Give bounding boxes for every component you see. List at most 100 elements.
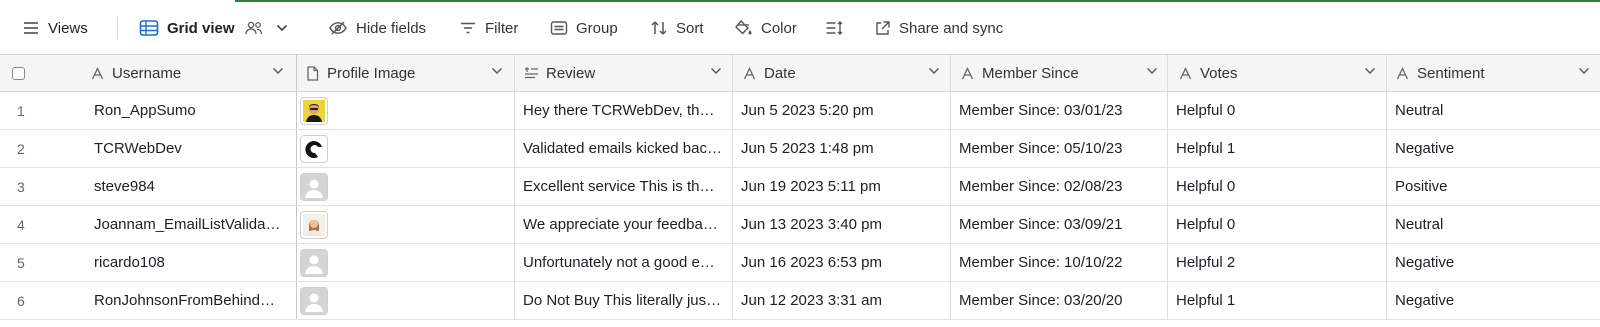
column-header-review[interactable]: Review bbox=[523, 55, 732, 91]
hide-fields-button[interactable]: Hide fields bbox=[328, 14, 426, 42]
cell-member-since[interactable]: Member Since: 02/08/23 bbox=[951, 168, 1167, 205]
grid-header-row: Username Profile Image Review Date Membe… bbox=[0, 54, 1600, 92]
grid-body: 1 Ron_AppSumo Hey there TCRWebDev, thanks … bbox=[0, 92, 1600, 320]
cell-sentiment[interactable]: Neutral bbox=[1387, 92, 1600, 129]
cell-date[interactable]: Jun 13 2023 3:40 pm bbox=[733, 206, 950, 243]
cell-username[interactable]: ricardo108 bbox=[86, 244, 291, 281]
chevron-down-icon[interactable] bbox=[276, 24, 288, 32]
column-header-votes[interactable]: Votes bbox=[1177, 55, 1386, 91]
row-number: 6 bbox=[17, 292, 25, 309]
cell-member-since[interactable]: Member Since: 05/10/23 bbox=[951, 130, 1167, 167]
table-row[interactable]: 4 Joannam_EmailListValidation We appreciat… bbox=[0, 206, 1600, 244]
cell-profile-image[interactable] bbox=[297, 244, 514, 281]
share-and-sync-button[interactable]: Share and sync bbox=[874, 14, 1003, 42]
table-row[interactable]: 6 RonJohnsonFromBehindTheScenes Do Not Buy… bbox=[0, 282, 1600, 320]
cell-username[interactable]: TCRWebDev bbox=[86, 130, 291, 167]
text-field-icon bbox=[1394, 65, 1410, 81]
cell-member-since[interactable]: Member Since: 03/01/23 bbox=[951, 92, 1167, 129]
cell-date[interactable]: Jun 16 2023 6:53 pm bbox=[733, 244, 950, 281]
chevron-down-icon[interactable] bbox=[491, 67, 503, 75]
grid-view-button[interactable]: Grid view bbox=[139, 14, 288, 42]
chevron-down-icon[interactable] bbox=[710, 67, 722, 75]
views-label: Views bbox=[48, 19, 88, 37]
cell-sentiment[interactable]: Negative bbox=[1387, 244, 1600, 281]
cell-profile-image[interactable] bbox=[297, 282, 514, 319]
cell-member-since-text: Member Since: 02/08/23 bbox=[959, 178, 1123, 195]
cell-votes[interactable]: Helpful 0 bbox=[1168, 168, 1386, 205]
color-button[interactable]: Color bbox=[733, 14, 797, 42]
cell-date-text: Jun 12 2023 3:31 am bbox=[741, 292, 882, 309]
grid-view-label: Grid view bbox=[167, 19, 235, 37]
cell-username-text: RonJohnsonFromBehindTheScenes bbox=[94, 292, 281, 309]
avatar-logo-black-thumbnail[interactable] bbox=[300, 134, 328, 163]
cell-username[interactable]: steve984 bbox=[86, 168, 291, 205]
frozen-column-divider bbox=[296, 55, 297, 91]
cell-date-text: Jun 5 2023 5:20 pm bbox=[741, 102, 874, 119]
avatar-placeholder-thumbnail[interactable] bbox=[300, 286, 328, 315]
cell-member-since[interactable]: Member Since: 03/09/21 bbox=[951, 206, 1167, 243]
select-all-checkbox[interactable] bbox=[12, 67, 25, 80]
cell-member-since[interactable]: Member Since: 10/10/22 bbox=[951, 244, 1167, 281]
cell-username-text: Joannam_EmailListValidation bbox=[94, 216, 281, 233]
column-label-date: Date bbox=[764, 64, 796, 82]
avatar-photo-woman-thumbnail[interactable] bbox=[300, 210, 328, 239]
row-number: 4 bbox=[17, 216, 25, 233]
cell-sentiment[interactable]: Neutral bbox=[1387, 206, 1600, 243]
cell-votes[interactable]: Helpful 1 bbox=[1168, 282, 1386, 319]
chevron-down-icon[interactable] bbox=[928, 67, 940, 75]
cell-date[interactable]: Jun 5 2023 1:48 pm bbox=[733, 130, 950, 167]
cell-username[interactable]: RonJohnsonFromBehindTheScenes bbox=[86, 282, 291, 319]
text-field-icon bbox=[959, 65, 975, 81]
cell-sentiment[interactable]: Negative bbox=[1387, 282, 1600, 319]
group-button[interactable]: Group bbox=[550, 14, 618, 42]
cell-profile-image[interactable] bbox=[297, 130, 514, 167]
cell-date-text: Jun 5 2023 1:48 pm bbox=[741, 140, 874, 157]
filter-button[interactable]: Filter bbox=[459, 14, 518, 42]
cell-review[interactable]: Validated emails kicked back as invalid bbox=[515, 130, 732, 167]
table-row[interactable]: 5 ricardo108 Unfortunately not a good expe… bbox=[0, 244, 1600, 282]
chevron-down-icon[interactable] bbox=[1364, 67, 1376, 75]
cell-username-text: steve984 bbox=[94, 178, 155, 195]
cell-date[interactable]: Jun 5 2023 5:20 pm bbox=[733, 92, 950, 129]
cell-profile-image[interactable] bbox=[297, 206, 514, 243]
cell-review[interactable]: Excellent service This is the best valid… bbox=[515, 168, 732, 205]
row-height-button[interactable] bbox=[825, 14, 843, 42]
cell-profile-image[interactable] bbox=[297, 168, 514, 205]
chevron-down-icon[interactable] bbox=[272, 67, 284, 75]
cell-profile-image[interactable] bbox=[297, 92, 514, 129]
toolbar-divider bbox=[117, 17, 118, 39]
cell-votes[interactable]: Helpful 0 bbox=[1168, 206, 1386, 243]
sort-button[interactable]: Sort bbox=[650, 14, 704, 42]
cell-sentiment-text: Neutral bbox=[1395, 102, 1444, 119]
avatar-placeholder-thumbnail[interactable] bbox=[300, 248, 328, 277]
cell-date[interactable]: Jun 19 2023 5:11 pm bbox=[733, 168, 950, 205]
column-header-member-since[interactable]: Member Since bbox=[959, 55, 1168, 91]
cell-username[interactable]: Ron_AppSumo bbox=[86, 92, 291, 129]
avatar-placeholder-thumbnail[interactable] bbox=[300, 172, 328, 201]
avatar-photo-man-thumbnail[interactable] bbox=[300, 96, 328, 125]
cell-username[interactable]: Joannam_EmailListValidation bbox=[86, 206, 291, 243]
cell-date[interactable]: Jun 12 2023 3:31 am bbox=[733, 282, 950, 319]
table-row[interactable]: 1 Ron_AppSumo Hey there TCRWebDev, thanks … bbox=[0, 92, 1600, 130]
cell-member-since[interactable]: Member Since: 03/20/20 bbox=[951, 282, 1167, 319]
column-header-profile-image[interactable]: Profile Image bbox=[304, 55, 513, 91]
cell-sentiment[interactable]: Positive bbox=[1387, 168, 1600, 205]
cell-review[interactable]: We appreciate your feedback and thank yo… bbox=[515, 206, 732, 243]
cell-review[interactable]: Unfortunately not a good experience bbox=[515, 244, 732, 281]
table-row[interactable]: 3 steve984 Excellent service This is the b… bbox=[0, 168, 1600, 206]
column-header-sentiment[interactable]: Sentiment bbox=[1394, 55, 1600, 91]
cell-review[interactable]: Hey there TCRWebDev, thanks for sharing … bbox=[515, 92, 732, 129]
cell-sentiment[interactable]: Negative bbox=[1387, 130, 1600, 167]
column-label-member-since: Member Since bbox=[982, 64, 1079, 82]
cell-votes[interactable]: Helpful 1 bbox=[1168, 130, 1386, 167]
column-header-date[interactable]: Date bbox=[741, 55, 950, 91]
column-header-username[interactable]: Username bbox=[89, 55, 294, 91]
chevron-down-icon[interactable] bbox=[1578, 67, 1590, 75]
cell-date-text: Jun 16 2023 6:53 pm bbox=[741, 254, 882, 271]
cell-review[interactable]: Do Not Buy This literally just does not … bbox=[515, 282, 732, 319]
cell-votes[interactable]: Helpful 0 bbox=[1168, 92, 1386, 129]
views-button[interactable]: Views bbox=[22, 14, 88, 42]
cell-votes[interactable]: Helpful 2 bbox=[1168, 244, 1386, 281]
chevron-down-icon[interactable] bbox=[1146, 67, 1158, 75]
table-row[interactable]: 2 TCRWebDev Validated emails kicked back a… bbox=[0, 130, 1600, 168]
